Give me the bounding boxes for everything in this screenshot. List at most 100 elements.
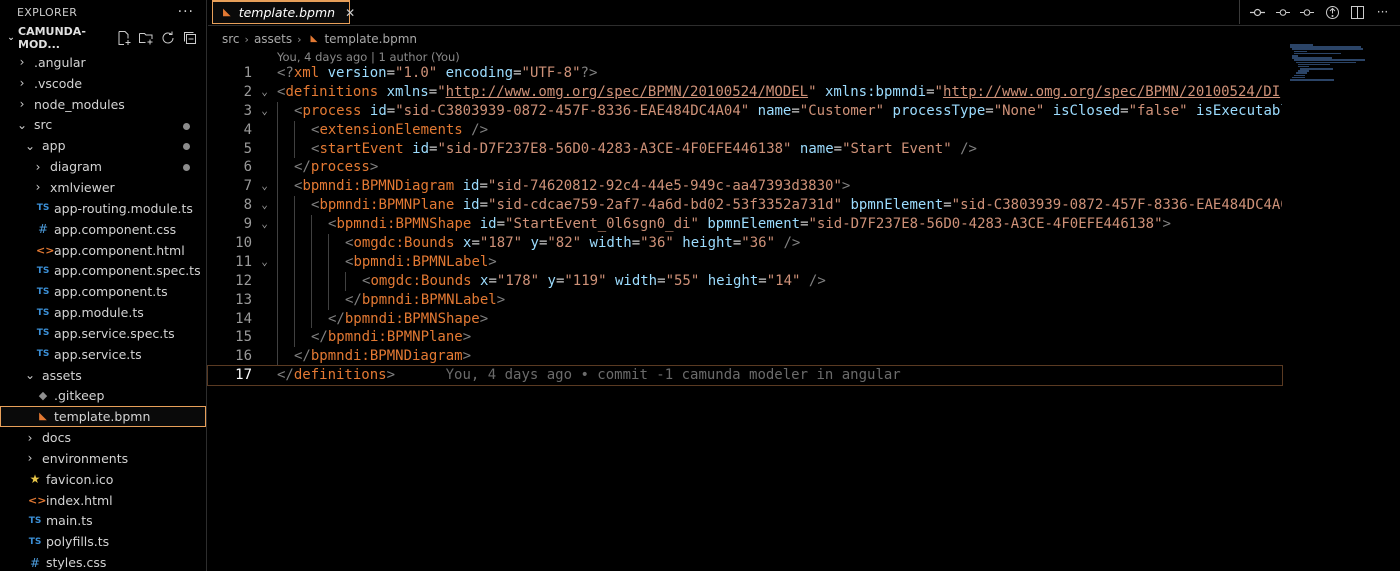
tab-template-bpmn[interactable]: ◣ template.bpmn ✕ <box>212 0 355 24</box>
split-editor-icon[interactable] <box>1350 5 1365 20</box>
tree-item-diagram[interactable]: › diagram <box>0 156 206 177</box>
new-file-icon[interactable] <box>116 30 132 46</box>
tree-item-styles-css[interactable]: # styles.css <box>0 552 206 571</box>
code-line[interactable]: 4 <extensionElements /> <box>208 120 1282 140</box>
token-attr: width <box>589 235 632 252</box>
tree-item-xmlviewer[interactable]: › xmlviewer <box>0 177 206 198</box>
code-line[interactable]: 14 </bpmndi:BPMNShape> <box>208 309 1282 329</box>
tree-item-app-component-ts[interactable]: TS app.component.ts <box>0 281 206 302</box>
tree-item-favicon-ico[interactable]: ★ favicon.ico <box>0 469 206 490</box>
token-attr: encoding <box>445 65 514 81</box>
tree-item-assets[interactable]: ⌄ assets <box>0 365 206 386</box>
tree-item-template-bpmn[interactable]: ◣ template.bpmn <box>0 406 206 428</box>
token-str: "36" <box>741 235 776 252</box>
tree-item-angular[interactable]: › .angular <box>0 52 206 73</box>
tree-item-app-component-html[interactable]: <> app.component.html <box>0 240 206 261</box>
code-line[interactable]: 1 <?xml version="1.0" encoding="UTF-8"?> <box>208 64 1282 83</box>
code-line[interactable]: 8 ⌄ <bpmndi:BPMNPlane id="sid-cdcae759-2af… <box>208 196 1282 216</box>
token-tag: bpmndi:BPMNPlane <box>327 329 463 346</box>
code-line[interactable]: 2 ⌄ <definitions xmlns="http://www.omg.org… <box>208 83 1282 102</box>
token-str: "55" <box>665 272 700 289</box>
tree-item-app-routing-module-ts[interactable]: TS app-routing.module.ts <box>0 198 206 219</box>
code-line[interactable]: 17 </definitions> You, 4 days ago • commi… <box>207 365 1283 387</box>
indent-guide <box>328 252 345 272</box>
fold-chevron-icon[interactable]: ⌄ <box>252 215 277 234</box>
collapse-all-icon[interactable] <box>182 30 198 46</box>
ellipsis-icon[interactable]: ··· <box>178 4 194 20</box>
code-line[interactable]: 3 ⌄ <process id="sid-C3803939-0872-457F-83… <box>208 101 1282 121</box>
fold-chevron-icon[interactable]: ⌄ <box>252 102 277 121</box>
tree-item-src[interactable]: ⌄ src <box>0 115 206 136</box>
token-str: "Customer" <box>799 102 885 119</box>
token-url[interactable]: http://www.omg.org/spec/BPMN/20100524/DI <box>943 84 1280 100</box>
token-url[interactable]: http://www.omg.org/spec/BPMN/20100524/MO… <box>446 84 808 100</box>
token-plain: = <box>479 197 489 214</box>
code-line[interactable]: 9 ⌄ <bpmndi:BPMNShape id="StartEvent_0l6sg… <box>208 215 1282 235</box>
tree-item-node-modules[interactable]: › node_modules <box>0 94 206 115</box>
code-line[interactable]: 7 ⌄ <bpmndi:BPMNDiagram id="sid-74620812-9… <box>208 177 1282 197</box>
code-line[interactable]: 13 </bpmndi:BPMNLabel> <box>208 290 1282 310</box>
breadcrumb-file[interactable]: template.bpmn <box>324 32 417 46</box>
fold-chevron-icon[interactable]: ⌄ <box>252 196 277 215</box>
fold-chevron-icon[interactable]: ⌄ <box>252 253 277 272</box>
line-source: </bpmndi:BPMNLabel> <box>277 290 1282 310</box>
line-source: <bpmndi:BPMNLabel> <box>277 252 1282 272</box>
tree-item-gitkeep[interactable]: ◆ .gitkeep <box>0 386 206 407</box>
indent-guide <box>294 120 311 140</box>
new-folder-icon[interactable] <box>138 30 154 46</box>
token-str: "sid-C3803939-0872-457F-8336-EAE484DC4A0… <box>951 197 1282 214</box>
code-line[interactable]: 15 </bpmndi:BPMNPlane> <box>208 328 1282 348</box>
breadcrumb-assets[interactable]: assets <box>254 32 292 46</box>
token-str: "82" <box>547 235 582 252</box>
tree-item-app-service-ts[interactable]: TS app.service.ts <box>0 344 206 365</box>
open-changes-icon[interactable] <box>1325 5 1340 20</box>
git-previous-icon[interactable] <box>1275 5 1290 20</box>
tree-item-vscode[interactable]: › .vscode <box>0 73 206 94</box>
tree-item-app-module-ts[interactable]: TS app.module.ts <box>0 302 206 323</box>
tree-item-index-html[interactable]: <> index.html <box>0 490 206 511</box>
tree-item-label: favicon.ico <box>46 471 114 487</box>
indent-guide <box>294 290 311 310</box>
code-line[interactable]: 5 <startEvent id="sid-D7F237E8-56D0-4283-… <box>208 139 1282 159</box>
code-line[interactable]: 16 </bpmndi:BPMNDiagram> <box>208 347 1282 367</box>
more-actions-icon[interactable]: ··· <box>1375 5 1390 20</box>
token-str: "Start Event" <box>842 140 952 157</box>
code-editor[interactable]: 1 <?xml version="1.0" encoding="UTF-8"?> 2… <box>207 64 1283 387</box>
indent-guide <box>294 328 311 348</box>
line-number: 15 <box>235 329 252 346</box>
fold-chevron-icon[interactable]: ⌄ <box>252 177 277 196</box>
tree-item-app-component-css[interactable]: # app.component.css <box>0 219 206 240</box>
tree-item-label: environments <box>42 450 129 466</box>
tree-item-docs[interactable]: › docs <box>0 427 206 448</box>
token-str: "sid-cdcae759-2af7-4a6d-bd02-53f3352a731… <box>488 197 843 214</box>
refresh-icon[interactable] <box>160 30 176 46</box>
tree-item-label: index.html <box>46 492 113 508</box>
indent-guide <box>328 234 345 253</box>
tree-item-label: app-routing.module.ts <box>54 200 193 216</box>
close-icon[interactable]: ✕ <box>345 6 355 20</box>
code-line[interactable]: 11 ⌄ <bpmndi:BPMNLabel> <box>208 252 1282 272</box>
code-line[interactable]: 12 <omgdc:Bounds x="178" y="119" width="5… <box>208 271 1282 291</box>
tree-item-label: .angular <box>34 54 86 70</box>
project-root[interactable]: ⌄ CAMUNDA-MOD... <box>0 24 206 52</box>
tree-item-app[interactable]: ⌄ app <box>0 135 206 156</box>
git-next-icon[interactable] <box>1300 5 1315 20</box>
typescript-icon: TS <box>28 536 42 547</box>
git-compare-icon[interactable] <box>1250 5 1265 20</box>
minimap[interactable] <box>1284 44 1400 84</box>
tree-item-app-service-spec-ts[interactable]: TS app.service.spec.ts <box>0 323 206 344</box>
line-number: 11 <box>235 253 252 270</box>
tree-item-app-component-spec-ts[interactable]: TS app.component.spec.ts <box>0 260 206 281</box>
breadcrumb-src[interactable]: src <box>222 32 240 46</box>
code-line[interactable]: 10 <omgdc:Bounds x="187" y="82" width="36… <box>208 234 1282 253</box>
tree-item-environments[interactable]: › environments <box>0 448 206 469</box>
token-tag: omgdc:Bounds <box>353 235 455 252</box>
code-line[interactable]: 6 </process> <box>208 158 1282 178</box>
tree-item-main-ts[interactable]: TS main.ts <box>0 511 206 532</box>
codelens-blame[interactable]: You, 4 days ago | 1 author (You) <box>277 50 460 64</box>
fold-chevron-icon[interactable]: ⌄ <box>252 83 277 102</box>
tree-item-polyfills-ts[interactable]: TS polyfills.ts <box>0 531 206 552</box>
